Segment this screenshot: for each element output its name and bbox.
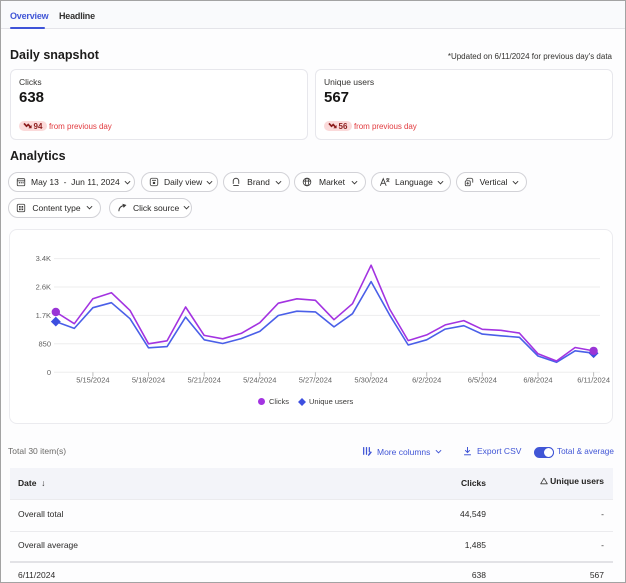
svg-text:6/5/2024: 6/5/2024 — [468, 376, 497, 385]
svg-text:6/8/2024: 6/8/2024 — [523, 376, 552, 385]
svg-text:0: 0 — [47, 368, 51, 377]
svg-text:5/18/2024: 5/18/2024 — [132, 376, 165, 385]
svg-text:5/24/2024: 5/24/2024 — [243, 376, 276, 385]
svg-text:3.4K: 3.4K — [36, 254, 51, 263]
svg-text:850: 850 — [38, 339, 51, 348]
svg-text:2.6K: 2.6K — [36, 283, 51, 292]
svg-text:1.7K: 1.7K — [36, 311, 51, 320]
svg-text:5/30/2024: 5/30/2024 — [354, 376, 387, 385]
svg-text:6/2/2024: 6/2/2024 — [412, 376, 441, 385]
svg-text:5/21/2024: 5/21/2024 — [188, 376, 221, 385]
svg-text:5/15/2024: 5/15/2024 — [76, 376, 109, 385]
svg-text:5/27/2024: 5/27/2024 — [299, 376, 332, 385]
svg-text:6/11/2024: 6/11/2024 — [577, 376, 610, 385]
